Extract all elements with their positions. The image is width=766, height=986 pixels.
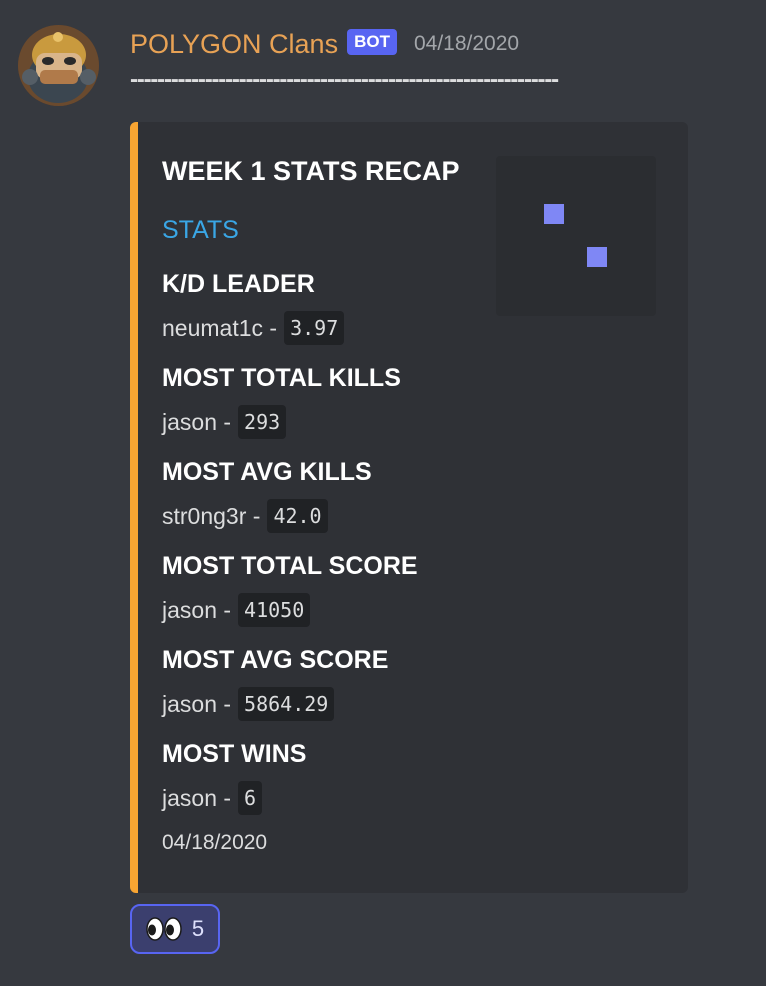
stat-value: 3.97 — [284, 311, 345, 345]
stat-value: 42.0 — [267, 499, 328, 533]
field-separator: - — [223, 691, 232, 717]
field-separator: - — [223, 409, 232, 435]
reaction-button[interactable]: 5 — [130, 904, 220, 954]
player-name: jason — [162, 691, 217, 717]
field-separator: - — [223, 785, 232, 811]
reaction-count: 5 — [191, 916, 205, 941]
embed-description: STATS — [162, 216, 239, 244]
embed-thumbnail[interactable] — [496, 156, 656, 316]
embed-title: WEEK 1 STATS RECAP — [162, 156, 460, 186]
stat-value: 5864.29 — [238, 687, 335, 721]
message-timestamp: 04/18/2020 — [413, 32, 520, 55]
message-text: ----------------------------------------… — [130, 66, 559, 93]
embed-field: MOST WINS jason - 6 — [162, 738, 306, 816]
player-name: jason — [162, 785, 217, 811]
helmeted-character-avatar-icon — [18, 25, 99, 106]
field-separator: - — [252, 503, 261, 529]
field-value: jason - 293 — [162, 404, 401, 440]
embed-field: MOST TOTAL SCORE jason - 41050 — [162, 550, 418, 628]
field-value: jason - 6 — [162, 780, 306, 816]
bot-badge: BOT — [347, 29, 397, 55]
rich-embed: WEEK 1 STATS RECAP STATS K/D LEADER neum… — [130, 122, 688, 893]
author-name[interactable]: POLYGON Clans — [130, 29, 338, 60]
field-value: jason - 5864.29 — [162, 686, 388, 722]
field-name: MOST AVG SCORE — [162, 646, 389, 674]
field-separator: - — [269, 315, 278, 341]
chat-message: POLYGON Clans BOT 04/18/2020 -----------… — [0, 0, 766, 986]
stat-value: 41050 — [238, 593, 311, 627]
thumbnail-square-1 — [544, 204, 564, 224]
embed-footer: 04/18/2020 — [162, 831, 268, 854]
stat-value: 293 — [238, 405, 287, 439]
embed-field: MOST AVG KILLS str0ng3r - 42.0 — [162, 456, 372, 534]
field-value: jason - 41050 — [162, 592, 418, 628]
player-name: neumat1c — [162, 315, 264, 341]
thumbnail-square-2 — [587, 247, 607, 267]
stat-value: 6 — [238, 781, 263, 815]
avatar[interactable] — [18, 25, 99, 106]
field-value: neumat1c - 3.97 — [162, 310, 345, 346]
embed-field: K/D LEADER neumat1c - 3.97 — [162, 268, 345, 346]
field-name: MOST AVG KILLS — [162, 458, 372, 486]
player-name: str0ng3r — [162, 503, 247, 529]
message-header: POLYGON Clans BOT 04/18/2020 — [130, 26, 519, 62]
field-name: K/D LEADER — [162, 270, 315, 298]
player-name: jason — [162, 409, 217, 435]
field-name: MOST TOTAL KILLS — [162, 364, 401, 392]
embed-field: MOST AVG SCORE jason - 5864.29 — [162, 644, 388, 722]
field-separator: - — [223, 597, 232, 623]
player-name: jason — [162, 597, 217, 623]
field-name: MOST WINS — [162, 740, 307, 768]
eyes-emoji-icon — [146, 917, 182, 941]
field-value: str0ng3r - 42.0 — [162, 498, 372, 534]
field-name: MOST TOTAL SCORE — [162, 552, 418, 580]
embed-field: MOST TOTAL KILLS jason - 293 — [162, 362, 401, 440]
